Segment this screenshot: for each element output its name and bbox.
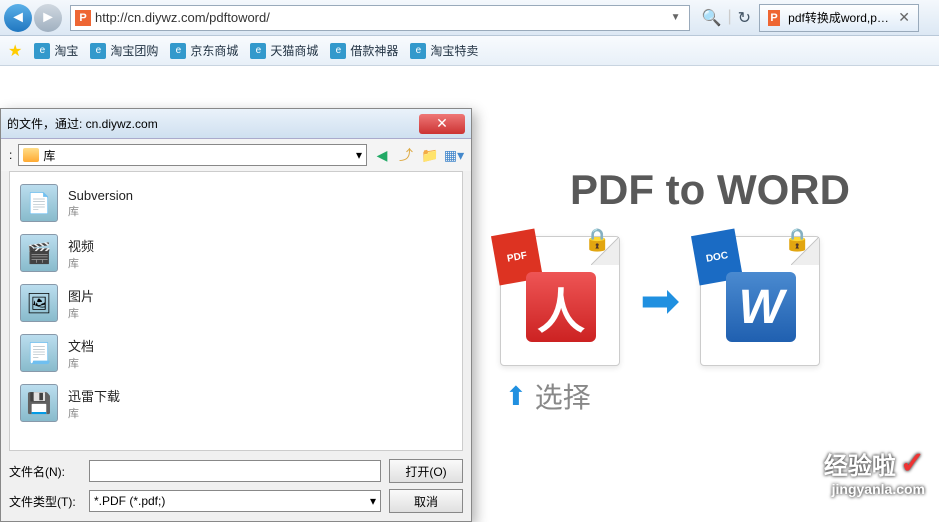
address-bar[interactable]: P http://cn.diywz.com/pdftoword/ ▼ [70,5,690,31]
bookmark-label: 淘宝 [54,42,78,59]
bookmark-label: 天猫商城 [270,42,318,59]
library-thumb-icon: 🎬 [20,234,58,272]
item-sub: 库 [68,355,94,371]
favicon: P [75,10,91,26]
cancel-button[interactable]: 取消 [389,489,463,513]
dialog-footer: 文件名(N): 打开(O) 文件类型(T): *.PDF (*.pdf;) ▾ … [1,451,471,521]
item-sub: 库 [68,255,94,271]
page-title: PDF to WORD [570,166,850,214]
nav-buttons: ◄ ► [0,4,66,32]
favorites-star-icon[interactable]: ★ [8,41,22,61]
dialog-toolbar: : 库 ▾ ◀ ⤴ 📁 ▦▾ [1,139,471,171]
select-label-text: 选择 [535,376,591,416]
lock-icon: 🔒 [784,227,811,253]
library-thumb-icon: 🖼 [20,284,58,322]
forward-button[interactable]: ► [34,4,62,32]
item-sub: 库 [68,305,94,321]
url-text: http://cn.diywz.com/pdftoword/ [95,10,667,25]
bookmark-icon: e [250,43,266,59]
watermark: 经验啦 ✓ jingyanla.com [824,446,925,497]
dialog-title-text: 的文件，通过: cn.diywz.com [7,115,158,132]
filename-input[interactable] [89,460,381,482]
bookmark-label: 淘宝团购 [110,42,158,59]
item-name: 迅雷下载 [68,386,120,405]
arrow-right-icon: ➡ [640,273,680,329]
lock-icon: 🔒 [584,227,611,253]
dialog-titlebar[interactable]: 的文件，通过: cn.diywz.com ✕ [1,109,471,139]
bookmark-icon: e [34,43,50,59]
library-item[interactable]: 🖼 图片库 [16,278,456,328]
bookmarks-bar: ★ e淘宝 e淘宝团购 e京东商城 e天猫商城 e借款神器 e淘宝特卖 [0,36,939,66]
library-item[interactable]: 🎬 视频库 [16,228,456,278]
watermark-main: 经验啦 [824,446,896,481]
library-item[interactable]: 📃 文档库 [16,328,456,378]
search-refresh-group: 🔍 | ↻ [694,8,759,28]
bookmark-icon: e [410,43,426,59]
tab-title: pdf转换成word,pdf转wor... [788,9,894,26]
browser-tab[interactable]: P pdf转换成word,pdf转wor... ✕ [759,4,919,32]
tab-favicon: P [768,10,780,26]
library-thumb-icon: 📃 [20,334,58,372]
file-list[interactable]: 📄 Subversion库 🎬 视频库 🖼 图片库 📃 文档库 💾 迅雷下载库 [9,171,463,451]
word-file-icon: DOC 🔒 W [700,236,820,366]
select-file-button[interactable]: ⬆ 选择 [505,376,591,416]
library-item[interactable]: 📄 Subversion库 [16,178,456,228]
adobe-pdf-logo: 人 [526,272,596,342]
bookmark-item[interactable]: e淘宝 [34,42,78,59]
bookmark-item[interactable]: e淘宝团购 [90,42,158,59]
item-name: 图片 [68,286,94,305]
bookmark-label: 借款神器 [350,42,398,59]
url-dropdown[interactable]: ▼ [667,12,685,23]
item-sub: 库 [68,203,133,219]
filetype-dropdown[interactable]: *.PDF (*.pdf;) ▾ [89,490,381,512]
library-item[interactable]: 💾 迅雷下载库 [16,378,456,428]
bookmark-icon: e [170,43,186,59]
dialog-close-button[interactable]: ✕ [419,114,465,134]
back-button[interactable]: ◄ [4,4,32,32]
conversion-graphic: PDF 🔒 人 ➡ DOC 🔒 W [500,236,820,366]
bookmark-item[interactable]: e京东商城 [170,42,238,59]
chevron-down-icon: ▾ [356,148,362,162]
upload-arrow-icon: ⬆ [505,381,527,412]
view-menu-icon[interactable]: ▦▾ [445,146,463,164]
tab-close-icon[interactable]: ✕ [898,9,910,26]
bookmark-label: 淘宝特卖 [430,42,478,59]
file-open-dialog: 的文件，通过: cn.diywz.com ✕ : 库 ▾ ◀ ⤴ 📁 ▦▾ 📄 … [0,108,472,522]
filetype-value: *.PDF (*.pdf;) [94,494,165,508]
back-icon[interactable]: ◀ [373,146,391,164]
watermark-url: jingyanla.com [824,481,925,497]
search-icon[interactable]: 🔍 [702,8,722,28]
browser-toolbar: ◄ ► P http://cn.diywz.com/pdftoword/ ▼ 🔍… [0,0,939,36]
item-name: Subversion [68,188,133,203]
item-name: 视频 [68,236,94,255]
folder-icon [23,148,39,162]
item-sub: 库 [68,405,120,421]
filename-label: 文件名(N): [9,463,81,480]
bookmark-icon: e [330,43,346,59]
bookmark-item[interactable]: e借款神器 [330,42,398,59]
bookmark-label: 京东商城 [190,42,238,59]
refresh-icon[interactable]: ↻ [738,8,751,28]
chevron-down-icon: ▾ [370,494,376,508]
bookmark-icon: e [90,43,106,59]
path-dropdown[interactable]: 库 ▾ [18,144,367,166]
new-folder-icon[interactable]: 📁 [421,146,439,164]
word-logo: W [726,272,796,342]
bookmark-item[interactable]: e天猫商城 [250,42,318,59]
library-thumb-icon: 💾 [20,384,58,422]
item-name: 文档 [68,336,94,355]
open-button[interactable]: 打开(O) [389,459,463,483]
library-thumb-icon: 📄 [20,184,58,222]
path-label: 库 [43,147,352,164]
up-folder-icon[interactable]: ⤴ [397,146,415,164]
check-icon: ✓ [900,446,925,481]
pdf-file-icon: PDF 🔒 人 [500,236,620,366]
bookmark-item[interactable]: e淘宝特卖 [410,42,478,59]
